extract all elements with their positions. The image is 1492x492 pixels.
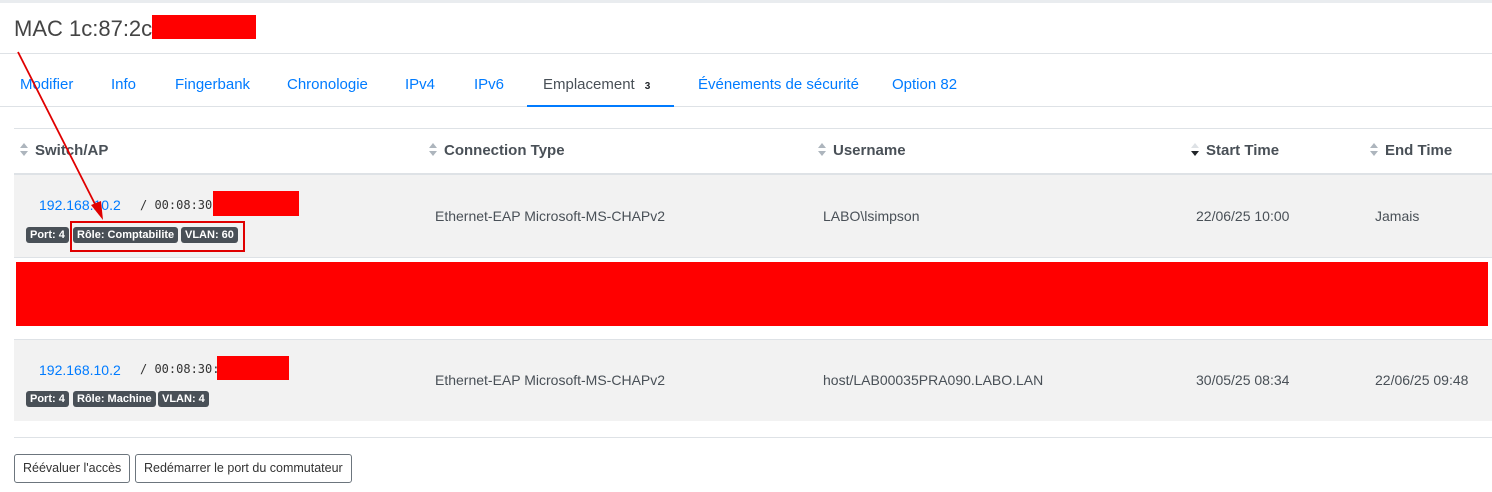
tab-info[interactable]: Info bbox=[111, 54, 136, 107]
tab-chronologie[interactable]: Chronologie bbox=[287, 54, 368, 107]
column-header-connection-type[interactable]: Connection Type bbox=[428, 142, 565, 159]
tab-fingerbank[interactable]: Fingerbank bbox=[175, 54, 250, 107]
username: host/LAB00035PRA090.LABO.LAN bbox=[823, 372, 1044, 388]
top-border bbox=[0, 0, 1492, 3]
sort-icon bbox=[428, 143, 438, 157]
tab-modifier[interactable]: Modifier bbox=[20, 54, 73, 107]
connection-type: Ethernet-EAP Microsoft-MS-CHAPv2 bbox=[435, 372, 666, 388]
tab-ipv6[interactable]: IPv6 bbox=[474, 54, 504, 107]
sort-desc-icon bbox=[1190, 143, 1200, 157]
switch-mac: / 00:08:30: bbox=[140, 198, 220, 212]
page-title: MAC 1c:87:2c bbox=[14, 15, 257, 42]
sort-icon bbox=[19, 143, 29, 157]
switch-mac: / 00:08:30: bbox=[140, 362, 220, 376]
sort-icon bbox=[817, 143, 827, 157]
tab-ipv4[interactable]: IPv4 bbox=[405, 54, 435, 107]
sort-icon bbox=[1369, 143, 1379, 157]
column-header-end-time[interactable]: End Time bbox=[1369, 142, 1452, 159]
column-header-start-time[interactable]: Start Time bbox=[1190, 142, 1279, 159]
column-header-switch-ap[interactable]: Switch/AP bbox=[19, 142, 108, 159]
port-badge: Port: 4 bbox=[26, 227, 69, 243]
redacted-block bbox=[213, 191, 299, 216]
start-time: 30/05/25 08:34 bbox=[1196, 372, 1290, 388]
vlan-badge: VLAN: 4 bbox=[158, 391, 209, 407]
tab-security-events[interactable]: Événements de sécurité bbox=[698, 54, 859, 107]
redacted-row bbox=[16, 262, 1488, 326]
switch-ip-link[interactable]: 192.168.10.2 bbox=[39, 362, 121, 378]
tab-emplacement[interactable]: Emplacement 3 bbox=[527, 54, 674, 107]
tab-option-82[interactable]: Option 82 bbox=[892, 54, 957, 107]
username: LABO\lsimpson bbox=[823, 208, 920, 224]
connection-type: Ethernet-EAP Microsoft-MS-CHAPv2 bbox=[435, 208, 666, 224]
tab-bar: Modifier Info Fingerbank Chronologie IPv… bbox=[0, 54, 1492, 107]
end-time: Jamais bbox=[1375, 208, 1420, 224]
reevaluate-access-button[interactable]: Réévaluer l'accès bbox=[14, 454, 131, 483]
tab-emplacement-label: Emplacement bbox=[543, 76, 635, 93]
role-badge: Rôle: Machine bbox=[73, 391, 156, 407]
redacted-block bbox=[152, 15, 257, 39]
end-time: 22/06/25 09:48 bbox=[1375, 372, 1469, 388]
restart-switch-port-button[interactable]: Redémarrer le port du commutateur bbox=[135, 454, 352, 483]
tab-count-badge: 3 bbox=[644, 81, 651, 92]
start-time: 22/06/25 10:00 bbox=[1196, 208, 1290, 224]
annotation-highlight-box bbox=[70, 221, 245, 252]
switch-ip-link[interactable]: 192.168.10.2 bbox=[39, 197, 121, 213]
port-badge: Port: 4 bbox=[26, 391, 69, 407]
column-header-username[interactable]: Username bbox=[817, 142, 906, 159]
redacted-block bbox=[217, 356, 289, 380]
